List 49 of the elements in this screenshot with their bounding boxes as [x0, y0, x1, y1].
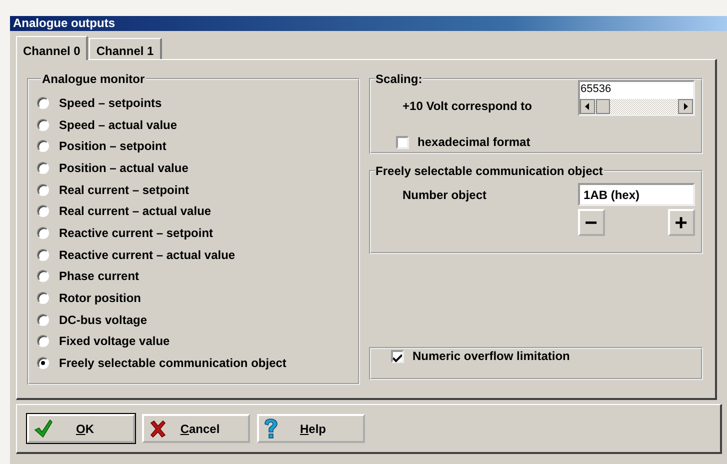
increment-button[interactable]: +: [668, 209, 695, 236]
radio-button[interactable]: [37, 226, 49, 239]
checkbox-label[interactable]: hexadecimal format: [418, 135, 530, 149]
tab[interactable]: Channel 1: [89, 38, 162, 59]
radio-button[interactable]: [37, 96, 49, 109]
input-field[interactable]: 1AB (hex): [578, 183, 695, 206]
radio-button[interactable]: [37, 335, 49, 348]
checkbox[interactable]: [396, 136, 409, 148]
radio-label[interactable]: Phase current: [59, 269, 140, 284]
radio-label[interactable]: Freely selectable communication object: [59, 356, 286, 370]
checkbox[interactable]: [390, 350, 404, 362]
ok-button[interactable]: OK: [27, 414, 135, 443]
radio-label[interactable]: Real current – setpoint: [59, 182, 190, 197]
scroll-bar[interactable]: [580, 99, 693, 114]
radio-label[interactable]: Rotor position: [59, 291, 141, 306]
group-title: Analogue monitor: [41, 72, 146, 86]
field-label: Number object: [402, 188, 487, 202]
radio-label[interactable]: Fixed voltage value: [59, 334, 170, 348]
radio-label[interactable]: Position – actual value: [59, 160, 188, 175]
radio-button[interactable]: [37, 357, 49, 370]
radio-button[interactable]: [37, 248, 49, 261]
radio-label[interactable]: Reactive current – setpoint: [59, 226, 214, 240]
radio-button[interactable]: [37, 140, 49, 152]
radio-label[interactable]: Reactive current – actual value: [59, 248, 236, 262]
radio-button[interactable]: [37, 205, 49, 218]
cancel-button[interactable]: Cancel: [142, 414, 250, 443]
radio-label[interactable]: Real current – actual value: [59, 204, 212, 218]
radio-button[interactable]: [37, 118, 49, 131]
radio-label[interactable]: Position – setpoint: [59, 139, 166, 154]
radio-label[interactable]: Speed – setpoints: [59, 96, 162, 110]
help-button[interactable]: Help: [257, 414, 365, 443]
checkmark-icon: [33, 418, 53, 438]
group-title: Scaling:: [374, 72, 424, 86]
cross-icon: [148, 418, 168, 438]
radio-button[interactable]: [37, 270, 49, 282]
radio-button[interactable]: [37, 184, 49, 196]
radio-label[interactable]: Speed – actual value: [59, 118, 178, 132]
tab[interactable]: Channel 0: [16, 36, 88, 60]
radio-button[interactable]: [37, 314, 49, 326]
field-label: +10 Volt correspond to: [402, 99, 532, 113]
number-field[interactable]: 65536: [578, 80, 695, 116]
window-title: Analogue outputs: [10, 16, 727, 31]
radio-label[interactable]: DC-bus voltage: [59, 312, 148, 327]
checkbox-label[interactable]: Numeric overflow limitation: [412, 349, 570, 363]
group-title: Freely selectable communication object: [374, 164, 604, 178]
radio-button[interactable]: [37, 162, 49, 174]
decrement-button[interactable]: −: [578, 209, 605, 236]
question-mark-icon: [263, 418, 279, 440]
radio-button[interactable]: [37, 292, 49, 304]
